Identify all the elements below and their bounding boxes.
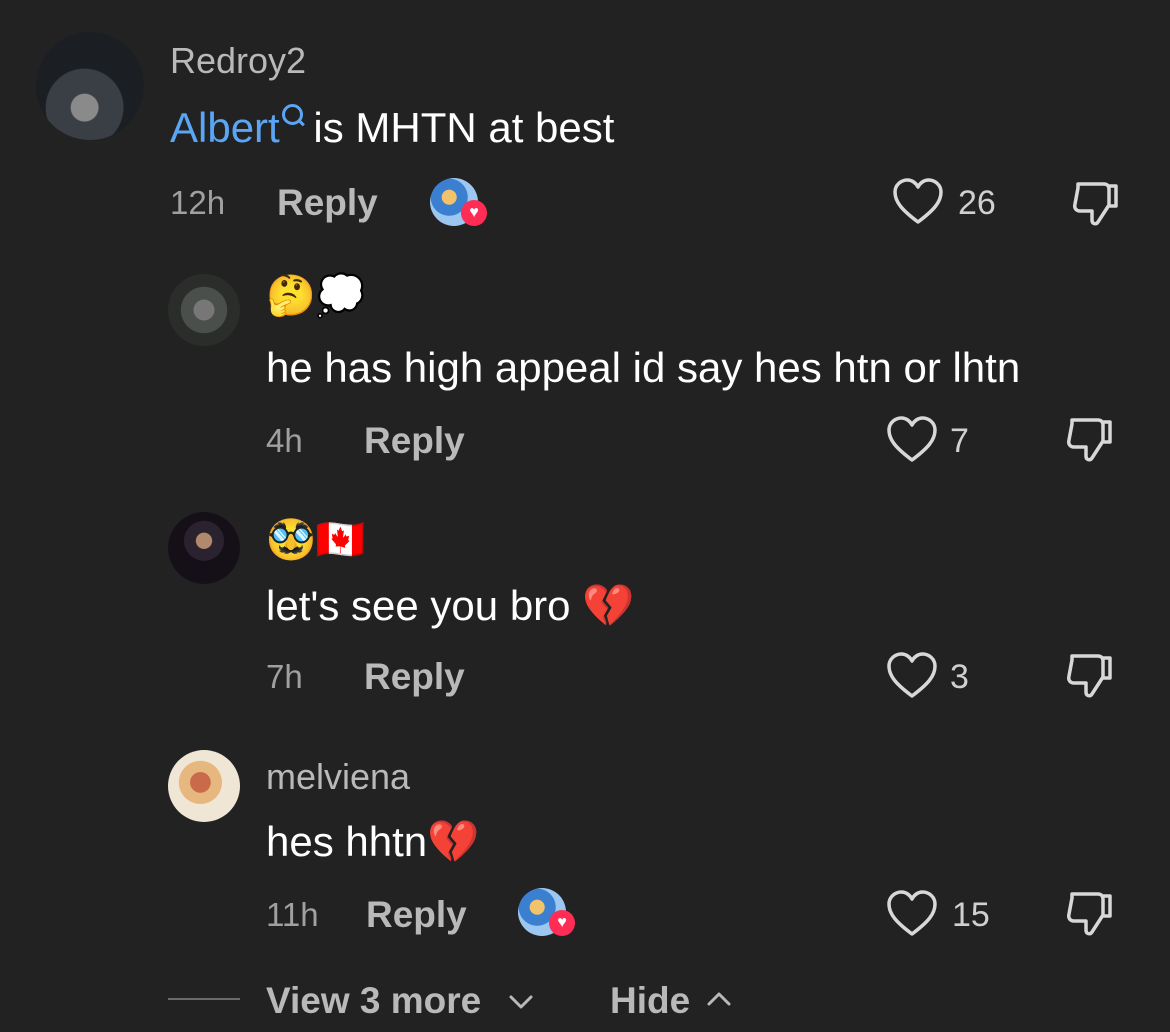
like-count: 15 [952, 896, 990, 934]
thumbs-down-icon[interactable] [1064, 888, 1116, 940]
avatar[interactable] [168, 750, 240, 822]
reply-button[interactable]: Reply [364, 656, 465, 698]
avatar[interactable] [168, 512, 240, 584]
comment-body: is MHTN at best [301, 104, 615, 151]
reply-button[interactable]: Reply [364, 420, 465, 462]
reply-time: 11h [266, 896, 319, 933]
chevron-down-icon[interactable] [508, 994, 534, 1012]
heart-outline-icon[interactable] [886, 890, 938, 938]
like-count: 3 [950, 658, 969, 696]
hide-button[interactable]: Hide [610, 980, 690, 1022]
heart-badge-icon: ♥ [549, 910, 575, 936]
heart-outline-icon[interactable] [886, 416, 938, 464]
reply-text: let's see you bro 💔 [266, 582, 635, 629]
reply-text: he has high appeal id say hes htn or lht… [266, 344, 1021, 391]
comment-username[interactable]: Redroy2 [170, 40, 306, 82]
heart-outline-icon[interactable] [886, 652, 938, 700]
reply-username[interactable]: 🤔💭 [266, 272, 366, 319]
reply-text: hes hhtn💔 [266, 818, 480, 865]
avatar[interactable] [168, 274, 240, 346]
thumbs-down-icon[interactable] [1070, 178, 1122, 230]
mention-link[interactable]: Albert [170, 104, 280, 151]
reply-button[interactable]: Reply [366, 894, 467, 936]
comment-text: Albert is MHTN at best [170, 104, 614, 152]
thumbs-down-icon[interactable] [1064, 650, 1116, 702]
reply-button[interactable]: Reply [277, 182, 378, 224]
reply-time: 7h [266, 658, 303, 695]
heart-outline-icon[interactable] [892, 178, 944, 226]
view-more-button[interactable]: View 3 more [266, 980, 481, 1022]
view-more-label[interactable]: View 3 more [266, 980, 481, 1021]
heart-badge-icon: ♥ [461, 200, 487, 226]
divider [168, 998, 240, 1000]
like-count: 7 [950, 422, 969, 460]
hide-label[interactable]: Hide [610, 980, 690, 1021]
thumbs-down-icon[interactable] [1064, 414, 1116, 466]
reply-username[interactable]: 🥸🇨🇦 [266, 516, 366, 563]
comment-time: 12h [170, 184, 226, 221]
avatar[interactable] [36, 32, 144, 140]
search-icon[interactable] [280, 104, 305, 138]
reply-time: 4h [266, 422, 303, 459]
chevron-up-icon[interactable] [706, 990, 732, 1008]
like-count: 26 [958, 184, 996, 222]
reply-username[interactable]: melviena [266, 756, 410, 798]
